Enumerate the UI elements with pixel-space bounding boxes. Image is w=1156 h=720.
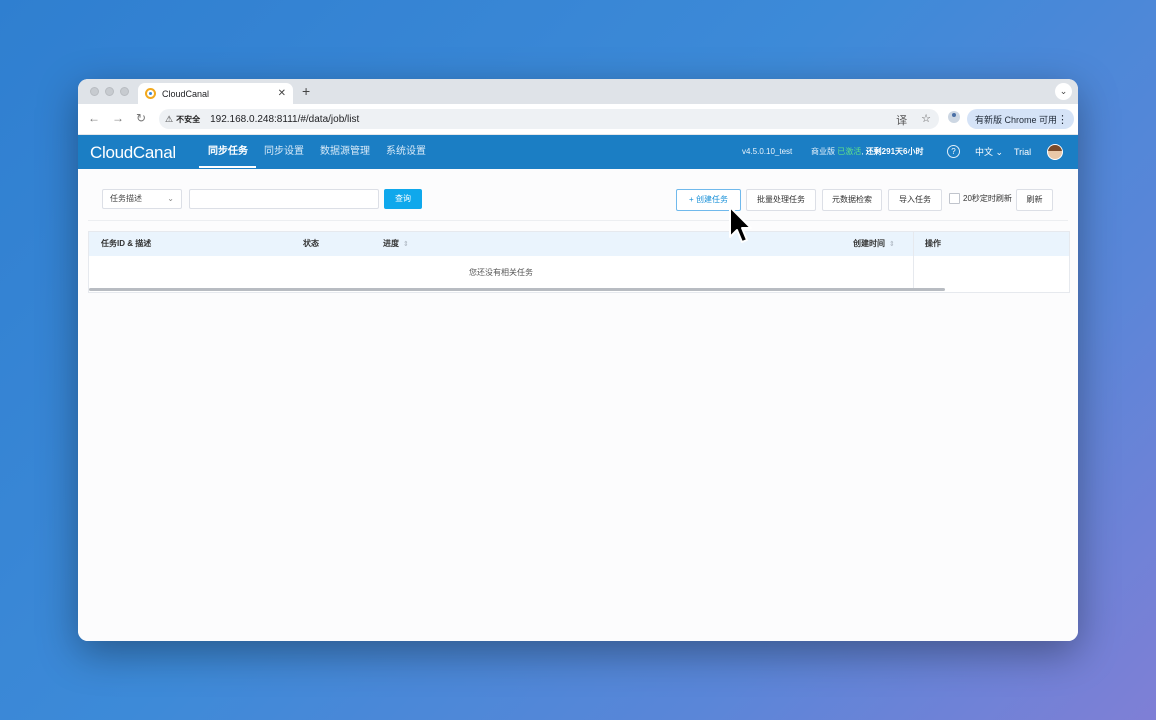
auto-refresh-label: 20秒定时刷新 [963,194,1012,203]
sort-icon[interactable]: ⇕ [403,241,409,248]
chrome-update-button[interactable]: 有新版 Chrome 可用 ⋮ [967,109,1074,129]
tab-search-icon[interactable]: ⌄ [1055,83,1072,100]
nav-sync-tasks[interactable]: 同步任务 [208,135,248,169]
avatar[interactable] [1047,144,1063,160]
mouse-cursor-icon [729,206,752,243]
browser-toolbar: ← → ↻ ⚠ 不安全 192.168.0.248:8111/#/data/jo… [78,104,1078,135]
chevron-down-icon: ⌄ [167,194,174,203]
table-header: 任务ID & 描述 状态 进度 ⇕ 创建时间 ⇕ 操作 [89,232,1069,256]
back-icon[interactable]: ← [88,111,100,125]
translate-icon[interactable]: 译 [896,112,907,128]
version-label: v4.5.0.10_test [742,147,793,156]
security-label[interactable]: 不安全 [176,114,200,125]
column-created-time[interactable]: 创建时间 ⇕ [853,232,895,256]
query-button[interactable]: 查询 [384,189,422,209]
warning-icon[interactable]: ⚠ [165,114,173,125]
column-status: 状态 [303,239,319,248]
window-controls [90,87,129,96]
tab-strip: CloudCanal ✕ + ⌄ [78,79,1078,104]
nav-sync-settings[interactable]: 同步设置 [264,135,304,169]
url-text[interactable]: 192.168.0.248:8111/#/data/job/list [210,114,359,125]
bookmark-star-icon[interactable]: ☆ [921,112,931,128]
activation-status: 已激活 [837,147,862,156]
close-window-icon[interactable] [90,87,99,96]
column-created-time-label: 创建时间 [853,239,885,248]
metadata-search-button[interactable]: 元数据检索 [822,189,882,211]
more-menu-icon[interactable]: ⋮ [1057,113,1068,126]
sort-icon[interactable]: ⇕ [889,241,895,248]
user-name[interactable]: Trial [1014,135,1031,169]
column-task-id: 任务ID & 描述 [101,239,152,248]
app-header: CloudCanal 同步任务 同步设置 数据源管理 系统设置 v4.5.0.1… [78,135,1078,169]
help-icon[interactable]: ? [947,145,960,158]
filter-field-select[interactable]: 任务描述 ⌄ [102,189,182,209]
browser-window: CloudCanal ✕ + ⌄ ← → ↻ ⚠ 不安全 192.168.0.2… [78,79,1078,641]
import-task-button[interactable]: 导入任务 [888,189,942,211]
chrome-update-label: 有新版 Chrome 可用 [975,114,1058,125]
search-input[interactable] [189,189,379,209]
task-table: 任务ID & 描述 状态 进度 ⇕ 创建时间 ⇕ 操作 您还没有相关任务 [88,231,1070,293]
edition-label: 商业版 [811,147,835,156]
nav-datasource-management[interactable]: 数据源管理 [320,135,370,169]
empty-state-text: 您还没有相关任务 [469,268,533,277]
column-progress[interactable]: 进度 ⇕ [383,232,409,256]
refresh-button[interactable]: 刷新 [1016,189,1053,211]
address-bar[interactable]: ⚠ 不安全 192.168.0.248:8111/#/data/job/list… [159,109,939,129]
horizontal-scrollbar[interactable] [89,288,945,291]
maximize-window-icon[interactable] [120,87,129,96]
auto-refresh-toggle[interactable]: 20秒定时刷新 [949,193,1012,204]
tab-close-icon[interactable]: ✕ [278,88,286,99]
tab-title: CloudCanal [162,88,210,99]
new-tab-icon[interactable]: + [302,84,310,98]
column-actions: 操作 [925,239,941,248]
column-progress-label: 进度 [383,239,399,248]
language-selector[interactable]: 中文 ⌄ [975,135,1003,169]
active-nav-indicator [199,166,256,168]
license-remaining: 还剩291天6小时 [865,147,924,156]
cloudcanal-logo[interactable]: CloudCanal [90,143,176,163]
minimize-window-icon[interactable] [105,87,114,96]
browser-tab[interactable]: CloudCanal ✕ [138,83,293,104]
column-divider [913,232,914,290]
nav-system-settings[interactable]: 系统设置 [386,135,426,169]
filter-toolbar: 任务描述 ⌄ 查询 + 创建任务 批量处理任务 元数据检索 导入任务 20秒定时… [88,177,1068,221]
forward-icon[interactable]: → [112,111,124,125]
license-status: 商业版 已激活, 还剩291天6小时 [811,147,924,156]
cloudcanal-favicon-icon [145,88,156,99]
profile-icon[interactable] [948,111,960,123]
reload-icon[interactable]: ↻ [136,111,146,125]
batch-process-button[interactable]: 批量处理任务 [746,189,816,211]
main-content: 任务描述 ⌄ 查询 + 创建任务 批量处理任务 元数据检索 导入任务 20秒定时… [78,169,1078,641]
auto-refresh-checkbox[interactable] [949,193,960,204]
filter-field-value: 任务描述 [110,194,142,203]
